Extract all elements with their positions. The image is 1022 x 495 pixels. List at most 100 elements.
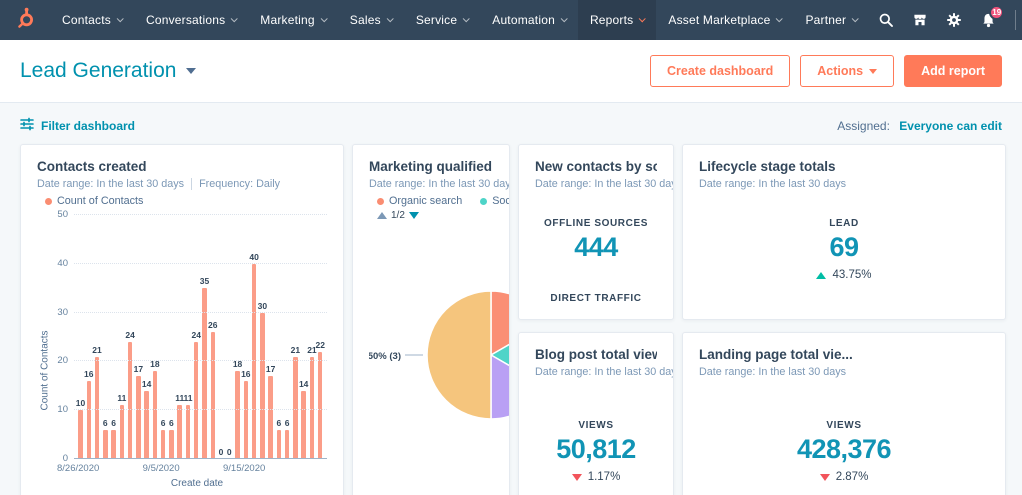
x-axis-ticks: 8/26/20209/5/20209/15/2020 (74, 459, 323, 474)
nav-item-contacts[interactable]: Contacts (50, 0, 134, 40)
bar-item[interactable]: 18 (235, 215, 240, 459)
bar-item[interactable]: 22 (318, 215, 323, 459)
card-title[interactable]: New contacts by source (535, 158, 657, 175)
chevron-down-icon (386, 15, 393, 22)
pie-slice-direct-traffic[interactable] (491, 355, 510, 419)
nav-item-service[interactable]: Service (404, 0, 480, 40)
marketplace-icon[interactable] (903, 0, 937, 40)
metric-block: VIEWS 428,376 2.87% (699, 420, 989, 483)
bar (252, 264, 257, 459)
bars-row: 1016216611241714186611112435260018164030… (78, 215, 323, 459)
bar-item[interactable]: 0 (219, 215, 224, 459)
bar-item[interactable]: 6 (276, 215, 281, 459)
bar-item[interactable]: 17 (136, 215, 141, 459)
nav-item-label: Partner (805, 13, 846, 27)
actions-button[interactable]: Actions (800, 55, 894, 87)
bar-item[interactable]: 6 (103, 215, 108, 459)
metric-block: LEAD 69 43.75% (699, 218, 989, 281)
bar-value-label: 6 (103, 419, 108, 428)
bar-item[interactable]: 30 (260, 215, 265, 459)
legend-item-organic-search[interactable]: Organic search (377, 195, 462, 207)
legend-page-down-icon[interactable] (409, 212, 419, 219)
metric-value: 69 (699, 232, 989, 263)
pie-label: 50% (3) (369, 351, 401, 362)
nav-item-automation[interactable]: Automation (480, 0, 578, 40)
bar-item[interactable]: 11 (185, 215, 190, 459)
nav-item-label: Sales (350, 13, 381, 27)
bar-item[interactable]: 40 (252, 215, 257, 459)
bar-item[interactable]: 35 (202, 215, 207, 459)
bar-value-label: 18 (233, 360, 242, 369)
gridline (74, 214, 327, 215)
bar-item[interactable]: 6 (111, 215, 116, 459)
bar-item[interactable]: 10 (78, 215, 83, 459)
bar-item[interactable]: 17 (268, 215, 273, 459)
pie-chart: 16.67% (1) 16.67% (1) 16.67% (1) 50% (3) (369, 221, 510, 487)
settings-gear-icon[interactable] (937, 0, 971, 40)
secondary-source-label: DIRECT TRAFFIC (535, 293, 657, 306)
x-axis-title: Create date (37, 478, 327, 489)
legend-label: Count of Contacts (57, 195, 143, 207)
card-blog-post-total-views: Blog post total views a... Date range: I… (518, 332, 674, 495)
card-title[interactable]: Landing page total vie... (699, 346, 989, 363)
legend-item-count-of-contacts[interactable]: Count of Contacts (45, 195, 143, 207)
bar (177, 405, 182, 459)
card-title[interactable]: Marketing qualified leads by original so… (369, 158, 493, 175)
bar-chart: Count of Contacts 01020304050 1016216611… (37, 215, 327, 459)
bar-item[interactable]: 18 (152, 215, 157, 459)
bar-item[interactable]: 16 (243, 215, 248, 459)
bar-item[interactable]: 24 (194, 215, 199, 459)
legend-page-up-icon[interactable] (377, 212, 387, 219)
nav-item-reports[interactable]: Reports (578, 0, 656, 40)
bar (103, 430, 108, 459)
bar-item[interactable]: 0 (227, 215, 232, 459)
add-report-button[interactable]: Add report (904, 55, 1002, 87)
bar-value-label: 21 (92, 346, 101, 355)
legend-item-social-media[interactable]: Social media (480, 195, 510, 207)
bar-value-label: 35 (200, 277, 209, 286)
bar-item[interactable]: 21 (309, 215, 314, 459)
delta-value: 43.75% (832, 269, 871, 281)
bar-value-label: 24 (125, 331, 134, 340)
pie-slice-other[interactable] (427, 291, 491, 419)
nav-item-marketing[interactable]: Marketing (248, 0, 338, 40)
bar-item[interactable]: 6 (161, 215, 166, 459)
filter-dashboard-link[interactable]: Filter dashboard (20, 117, 135, 134)
dashboard-selector-caret-icon[interactable] (186, 68, 196, 74)
card-title[interactable]: Lifecycle stage totals (699, 158, 989, 175)
metric-label: VIEWS (699, 420, 989, 431)
search-icon[interactable] (869, 0, 903, 40)
page-title[interactable]: Lead Generation (20, 59, 176, 83)
create-dashboard-button[interactable]: Create dashboard (650, 55, 790, 87)
nav-item-conversations[interactable]: Conversations (134, 0, 248, 40)
nav-item-label: Reports (590, 13, 633, 27)
card-title[interactable]: Blog post total views a... (535, 346, 657, 363)
nav-item-asset-marketplace[interactable]: Asset Marketplace (656, 0, 793, 40)
bar-item[interactable]: 11 (177, 215, 182, 459)
nav-item-sales[interactable]: Sales (338, 0, 404, 40)
bar-item[interactable]: 14 (144, 215, 149, 459)
chevron-down-icon (852, 15, 859, 22)
bar (260, 313, 265, 459)
bar-item[interactable]: 6 (169, 215, 174, 459)
bar-item[interactable]: 21 (95, 215, 100, 459)
nav-item-partner[interactable]: Partner (793, 0, 869, 40)
bar-item[interactable]: 14 (301, 215, 306, 459)
bar-item[interactable]: 6 (285, 215, 290, 459)
notifications-bell-icon[interactable]: 19 (971, 0, 1005, 40)
bar-item[interactable]: 11 (119, 215, 124, 459)
assigned-value-link[interactable]: Everyone can edit (899, 119, 1002, 133)
bar-item[interactable]: 24 (128, 215, 133, 459)
nav-item-label: Asset Marketplace (668, 13, 770, 27)
bar-item[interactable]: 16 (86, 215, 91, 459)
bar-item[interactable]: 26 (210, 215, 215, 459)
nav-items: ContactsConversationsMarketing Sales Servi… (50, 0, 869, 40)
bar-value-label: 14 (142, 380, 151, 389)
metric-block: VIEWS 50,812 1.17% (535, 420, 657, 483)
gridline (74, 360, 327, 361)
hubspot-logo[interactable] (0, 0, 50, 40)
bar (186, 405, 191, 459)
card-title[interactable]: Contacts created (37, 158, 327, 175)
bar-item[interactable]: 21 (293, 215, 298, 459)
card-subtitle: Date range: In the last 30 daysFrequency… (37, 178, 327, 190)
